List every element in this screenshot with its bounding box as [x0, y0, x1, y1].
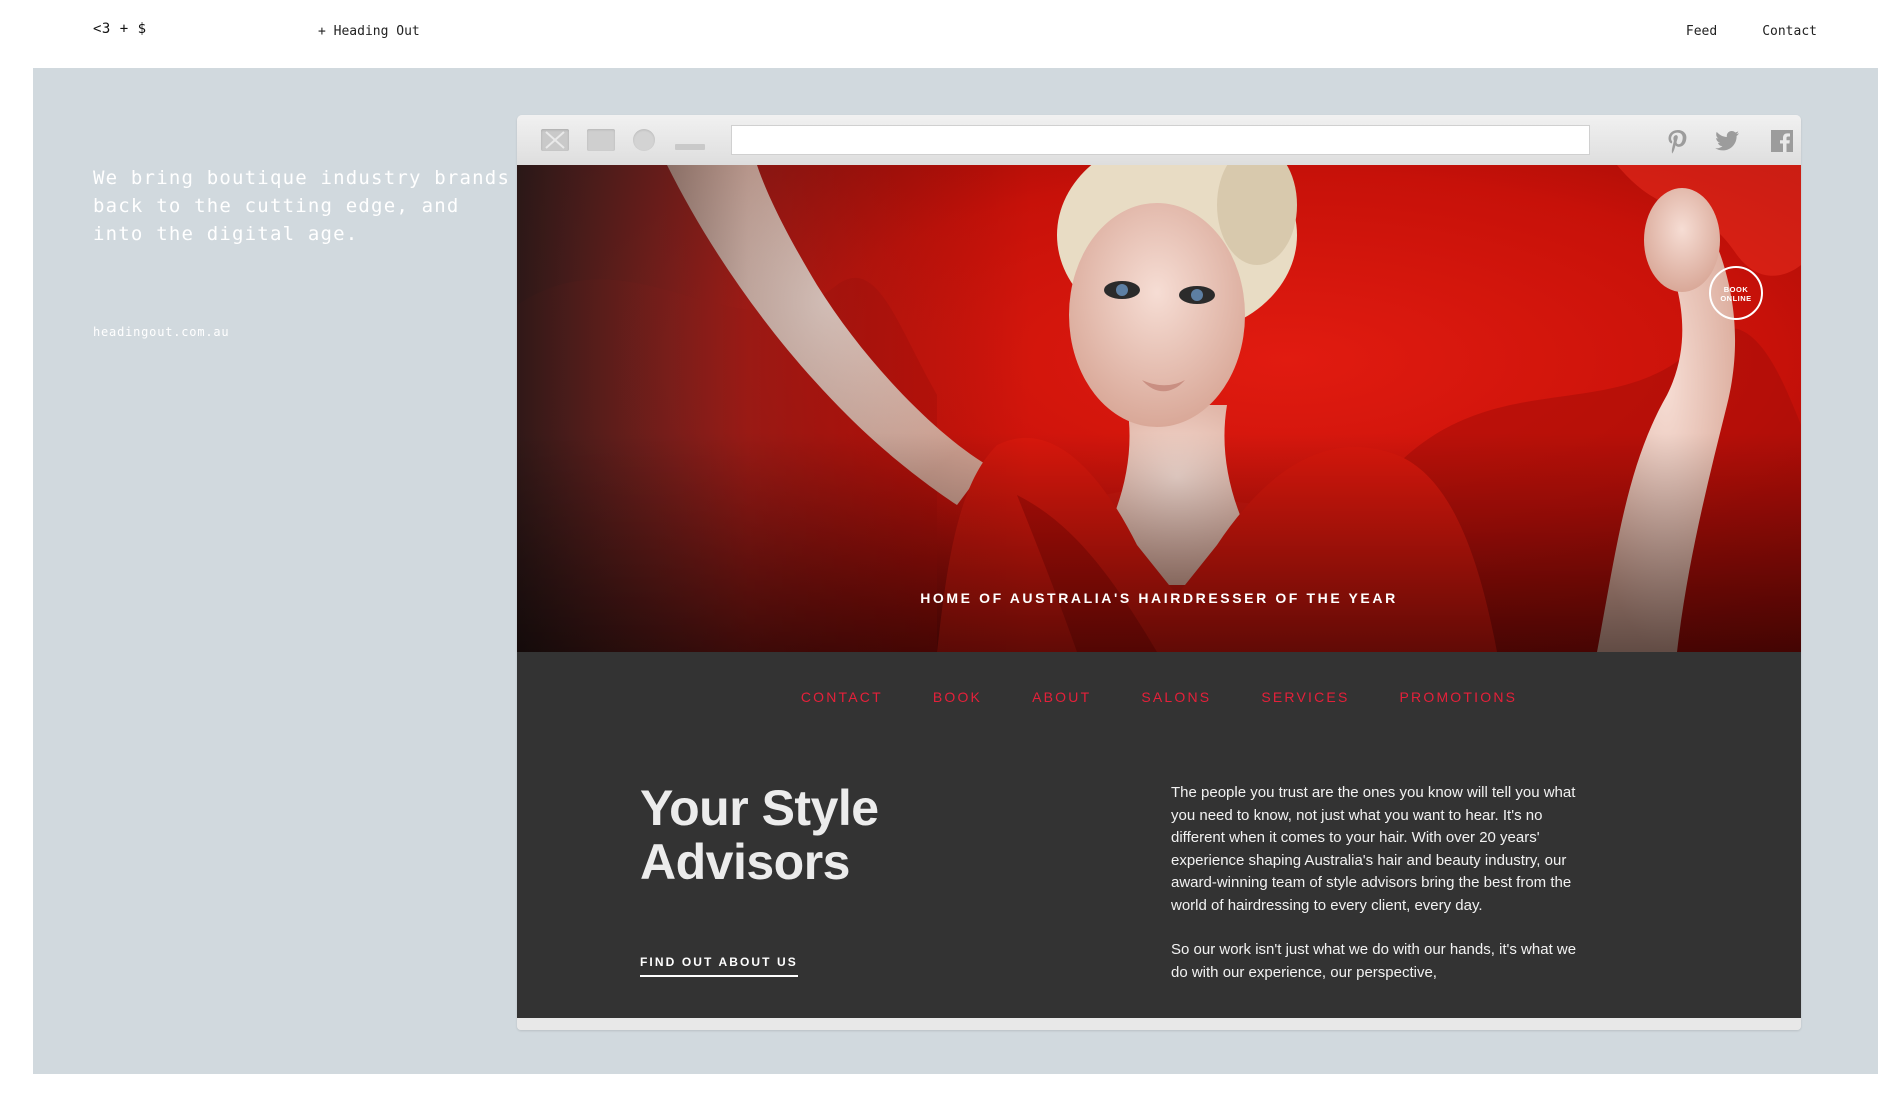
top-bar: <3 + $ + Heading Out Feed Contact — [0, 0, 1900, 68]
site-nav: CONTACT BOOK ABOUT SALONS SERVICES PROMO… — [517, 689, 1801, 705]
twitter-icon[interactable] — [1714, 128, 1740, 154]
browser-mockup: BOOK ONLINE HOME OF AUSTRALIA'S HAIRDRES… — [517, 115, 1801, 1030]
body-paragraph-1: The people you trust are the ones you kn… — [1171, 784, 1576, 914]
project-site-link[interactable]: headingout.com.au — [93, 325, 229, 339]
section-body: The people you trust are the ones you kn… — [1171, 782, 1591, 984]
nav-link-feed[interactable]: Feed — [1686, 24, 1717, 39]
close-icon[interactable] — [541, 129, 569, 151]
site-logo[interactable]: <3 + $ — [93, 21, 147, 37]
project-stage: We bring boutique industry brands back t… — [33, 68, 1878, 1074]
find-out-about-us-link[interactable]: FIND OUT ABOUT US — [640, 955, 798, 977]
record-icon[interactable] — [633, 129, 655, 151]
site-content: CONTACT BOOK ABOUT SALONS SERVICES PROMO… — [517, 652, 1801, 1018]
hero-photo — [517, 165, 1801, 652]
facebook-icon[interactable] — [1769, 128, 1795, 154]
pinterest-icon[interactable] — [1665, 128, 1691, 154]
breadcrumb-heading-out[interactable]: + Heading Out — [318, 24, 420, 39]
book-online-line2: ONLINE — [1720, 294, 1752, 303]
section-headline: Your Style Advisors — [640, 781, 940, 889]
browser-footer — [517, 1018, 1801, 1030]
minimize-icon[interactable] — [675, 144, 705, 150]
book-online-line1: BOOK — [1723, 285, 1749, 294]
top-nav: Feed Contact — [1686, 24, 1817, 39]
body-paragraph-2: So our work isn't just what we do with o… — [1171, 941, 1577, 981]
maximize-icon[interactable] — [587, 129, 615, 151]
hero-caption: HOME OF AUSTRALIA'S HAIRDRESSER OF THE Y… — [920, 590, 1398, 606]
site-nav-promotions[interactable]: PROMOTIONS — [1400, 689, 1518, 705]
browser-toolbar — [517, 115, 1801, 165]
site-nav-about[interactable]: ABOUT — [1032, 689, 1091, 705]
site-nav-book[interactable]: BOOK — [933, 689, 982, 705]
headline-line1: Your Style — [640, 780, 879, 836]
site-nav-services[interactable]: SERVICES — [1261, 689, 1349, 705]
address-bar[interactable] — [731, 125, 1590, 155]
nav-link-contact[interactable]: Contact — [1762, 24, 1817, 39]
site-nav-salons[interactable]: SALONS — [1141, 689, 1211, 705]
hero-banner: BOOK ONLINE HOME OF AUSTRALIA'S HAIRDRES… — [517, 165, 1801, 652]
headline-line2: Advisors — [640, 834, 850, 890]
book-online-badge[interactable]: BOOK ONLINE — [1709, 266, 1763, 320]
intro-tagline: We bring boutique industry brands back t… — [93, 167, 511, 245]
site-nav-contact[interactable]: CONTACT — [801, 689, 883, 705]
